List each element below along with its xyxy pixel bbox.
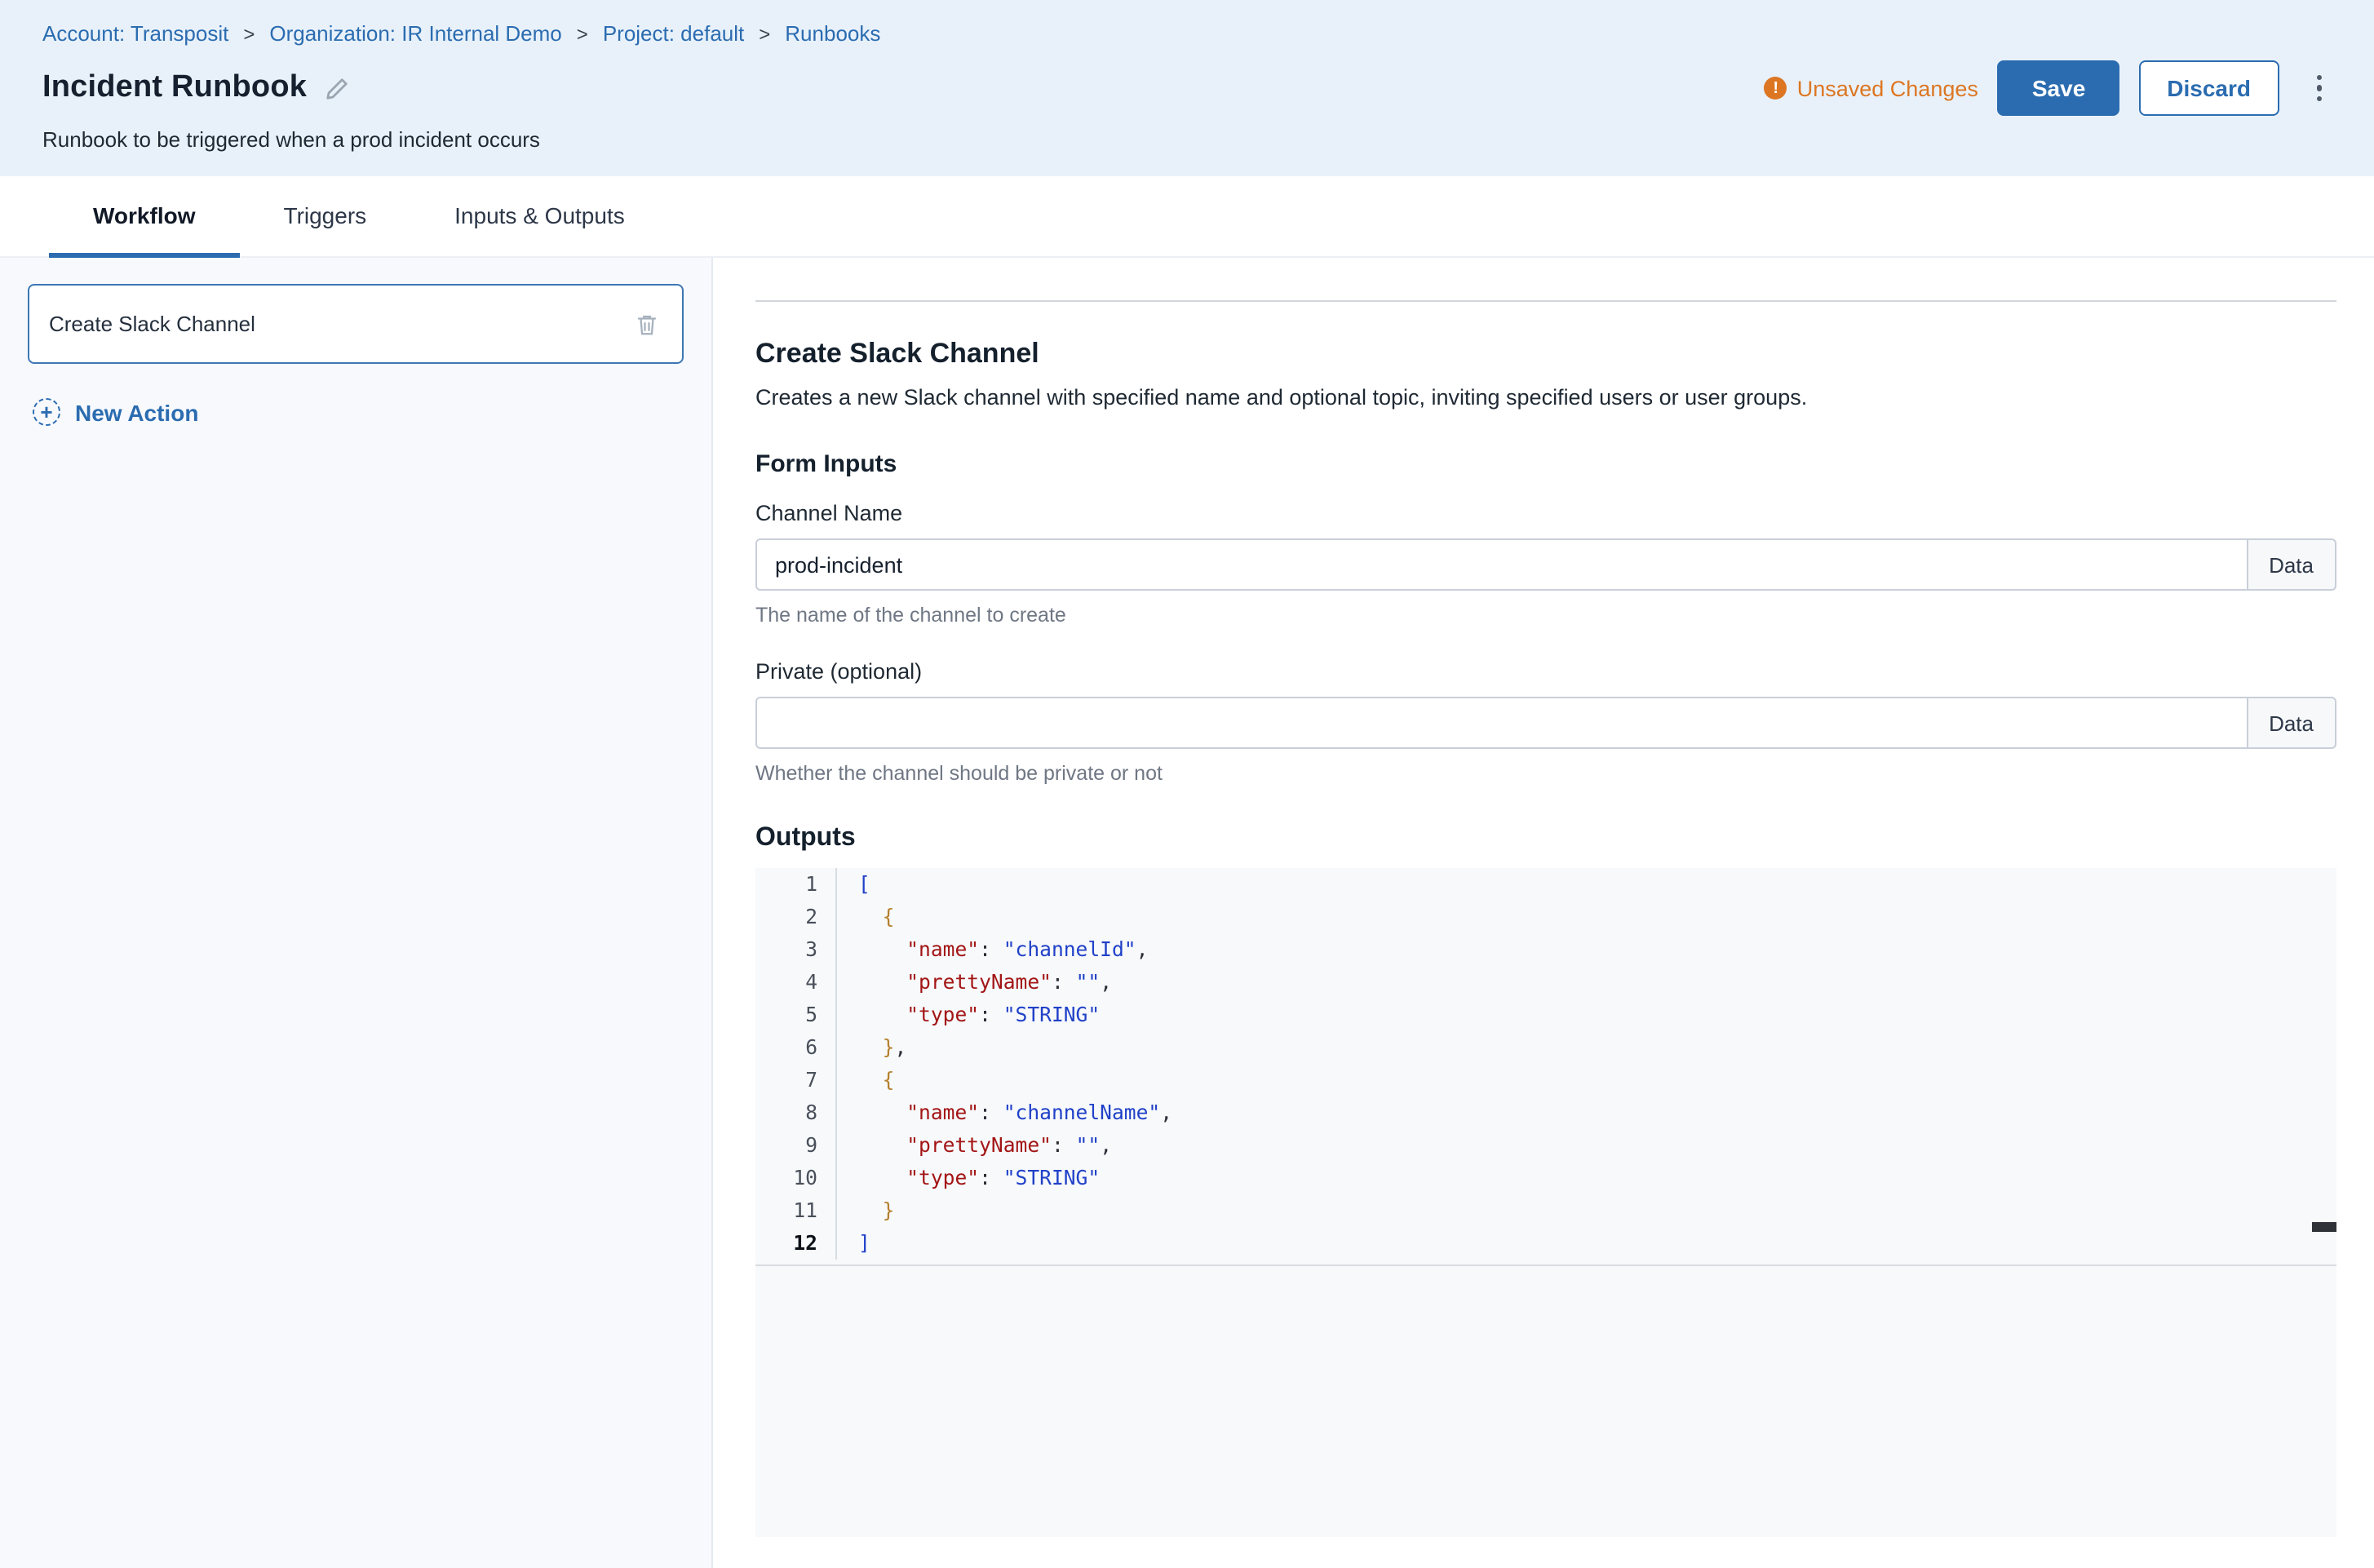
code-line: 8 "name": "channelName", [755, 1096, 2336, 1129]
breadcrumb-separator: > [577, 22, 588, 45]
breadcrumb: Account: Transposit > Organization: IR I… [42, 21, 2332, 46]
edit-title-button[interactable] [325, 76, 349, 100]
editor-divider-line [755, 1265, 2336, 1266]
channel-name-label: Channel Name [755, 501, 2336, 525]
line-number: 2 [755, 901, 837, 933]
line-number: 8 [755, 1096, 837, 1129]
channel-name-input[interactable] [755, 538, 2246, 591]
header-actions: ! Unsaved Changes Save Discard [1765, 60, 2332, 116]
new-action-button[interactable]: + New Action [33, 398, 684, 426]
outputs-code-editor[interactable]: 1[2 {3 "name": "channelId",4 "prettyName… [755, 868, 2336, 1537]
channel-name-helper-text: The name of the channel to create [755, 604, 2336, 627]
tab-workflow[interactable]: Workflow [49, 176, 240, 258]
private-label: Private (optional) [755, 659, 2336, 684]
action-card-create-slack-channel[interactable]: Create Slack Channel [28, 284, 684, 364]
line-number: 12 [755, 1227, 837, 1260]
unsaved-changes-badge: ! Unsaved Changes [1765, 76, 1978, 100]
tab-triggers[interactable]: Triggers [240, 176, 411, 258]
code-line: 9 "prettyName": "", [755, 1129, 2336, 1162]
line-number: 10 [755, 1162, 837, 1194]
private-helper-text: Whether the channel should be private or… [755, 762, 2336, 785]
code-line: 7 { [755, 1064, 2336, 1096]
code-line: 2 { [755, 901, 2336, 933]
workflow-sidebar: Create Slack Channel + New Action [0, 258, 713, 1568]
code-line: 10 "type": "STRING" [755, 1162, 2336, 1194]
line-number: 5 [755, 999, 837, 1031]
editor-scrollbar-thumb[interactable] [2312, 1222, 2336, 1232]
code-line: 11 } [755, 1194, 2336, 1227]
runbook-subtitle: Runbook to be triggered when a prod inci… [42, 127, 2332, 152]
outputs-heading: Outputs [755, 824, 2336, 853]
code-line: 4 "prettyName": "", [755, 966, 2336, 999]
new-action-plus-icon: + [33, 398, 60, 426]
unsaved-changes-label: Unsaved Changes [1797, 76, 1978, 100]
code-lines: 1[2 {3 "name": "channelId",4 "prettyName… [755, 868, 2336, 1260]
tab-bar: Workflow Triggers Inputs & Outputs [0, 176, 2374, 258]
tab-inputs-outputs[interactable]: Inputs & Outputs [410, 176, 669, 258]
line-number: 3 [755, 933, 837, 966]
body: Create Slack Channel + New Action Create… [0, 258, 2374, 1568]
private-data-button[interactable]: Data [2246, 697, 2336, 749]
private-field: Private (optional) Data Whether the chan… [755, 659, 2336, 785]
save-button[interactable]: Save [1998, 60, 2119, 116]
breadcrumb-separator: > [759, 22, 770, 45]
line-number: 7 [755, 1064, 837, 1096]
breadcrumb-runbooks-link[interactable]: Runbooks [785, 21, 880, 46]
breadcrumb-separator: > [243, 22, 255, 45]
line-number: 4 [755, 966, 837, 999]
warning-icon: ! [1765, 77, 1787, 100]
private-input[interactable] [755, 697, 2246, 749]
action-card-label: Create Slack Channel [49, 312, 255, 336]
channel-name-input-group: Data [755, 538, 2336, 591]
detail-top-divider [755, 300, 2336, 302]
pencil-icon [325, 76, 349, 100]
channel-name-field: Channel Name Data The name of the channe… [755, 501, 2336, 627]
kebab-menu-icon[interactable] [2306, 67, 2332, 110]
breadcrumb-account-link[interactable]: Account: Transposit [42, 21, 228, 46]
trash-icon [635, 311, 659, 337]
discard-button[interactable]: Discard [2139, 60, 2279, 116]
code-line: 5 "type": "STRING" [755, 999, 2336, 1031]
code-line: 6 }, [755, 1031, 2336, 1064]
breadcrumb-project-link[interactable]: Project: default [603, 21, 744, 46]
form-inputs-heading: Form Inputs [755, 450, 2336, 478]
new-action-label: New Action [75, 399, 198, 425]
line-number: 1 [755, 868, 837, 901]
page-title: Incident Runbook [42, 70, 307, 106]
code-line: 1[ [755, 868, 2336, 901]
code-line: 3 "name": "channelId", [755, 933, 2336, 966]
action-detail-title: Create Slack Channel [755, 338, 2336, 370]
delete-action-button[interactable] [631, 308, 662, 340]
action-description: Creates a new Slack channel with specifi… [755, 383, 2336, 411]
line-number: 6 [755, 1031, 837, 1064]
channel-name-data-button[interactable]: Data [2246, 538, 2336, 591]
line-number: 9 [755, 1129, 837, 1162]
action-detail-panel: Create Slack Channel Creates a new Slack… [713, 258, 2374, 1568]
app-root: Account: Transposit > Organization: IR I… [0, 0, 2374, 1568]
code-line: 12] [755, 1227, 2336, 1260]
title-row: Incident Runbook ! Unsaved Changes Save … [42, 60, 2332, 116]
private-input-group: Data [755, 697, 2336, 749]
line-number: 11 [755, 1194, 837, 1227]
page-header: Account: Transposit > Organization: IR I… [0, 0, 2374, 176]
breadcrumb-organization-link[interactable]: Organization: IR Internal Demo [269, 21, 561, 46]
